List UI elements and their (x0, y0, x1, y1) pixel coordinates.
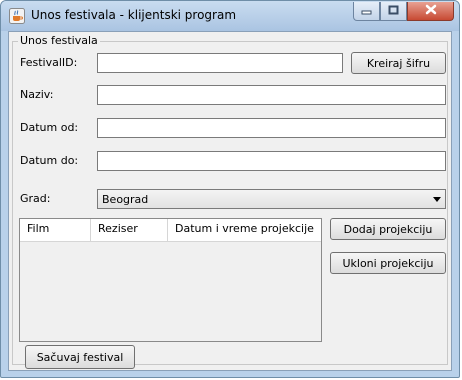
date-to-field[interactable] (97, 151, 446, 171)
city-select[interactable]: Beograd (97, 189, 446, 209)
city-selected-value: Beograd (102, 193, 149, 206)
date-from-label: Datum od: (20, 121, 79, 134)
name-label: Naziv: (20, 88, 54, 101)
title-bar[interactable]: Unos festivala - klijentski program (1, 1, 459, 31)
column-header-datetime[interactable]: Datum i vreme projekcije (168, 219, 321, 241)
date-to-label: Datum do: (20, 154, 79, 167)
table-header: Film Reziser Datum i vreme projekcije (20, 219, 321, 242)
city-label: Grad: (20, 192, 51, 205)
create-code-button[interactable]: Kreiraj šifru (351, 52, 446, 74)
projections-table[interactable]: Film Reziser Datum i vreme projekcije (19, 218, 322, 342)
festival-form-group: Unos festivala FestivalID: Kreiraj šifru… (12, 34, 448, 369)
column-header-film[interactable]: Film (20, 219, 91, 241)
content-panel: Unos festivala FestivalID: Kreiraj šifru… (8, 31, 452, 371)
name-field[interactable] (97, 85, 446, 105)
column-header-director[interactable]: Reziser (91, 219, 168, 241)
add-projection-button[interactable]: Dodaj projekciju (330, 218, 446, 240)
remove-projection-button[interactable]: Ukloni projekciju (330, 252, 446, 274)
minimize-button[interactable] (353, 2, 380, 21)
save-festival-button[interactable]: Sačuvaj festival (25, 345, 135, 369)
date-from-field[interactable] (97, 118, 446, 138)
minimize-icon (361, 5, 372, 18)
maximize-button[interactable] (380, 2, 407, 21)
window-title: Unos festivala - klijentski program (31, 8, 237, 22)
app-window: Unos festivala - klijentski program Unos… (0, 0, 460, 378)
chevron-down-icon[interactable] (433, 197, 441, 202)
festival-id-field[interactable] (97, 53, 343, 73)
festival-id-label: FestivalID: (20, 56, 78, 69)
maximize-icon (388, 5, 399, 18)
close-button[interactable] (407, 2, 454, 21)
java-cup-icon (9, 8, 25, 24)
group-title: Unos festivala (18, 34, 100, 47)
close-icon (425, 4, 437, 18)
